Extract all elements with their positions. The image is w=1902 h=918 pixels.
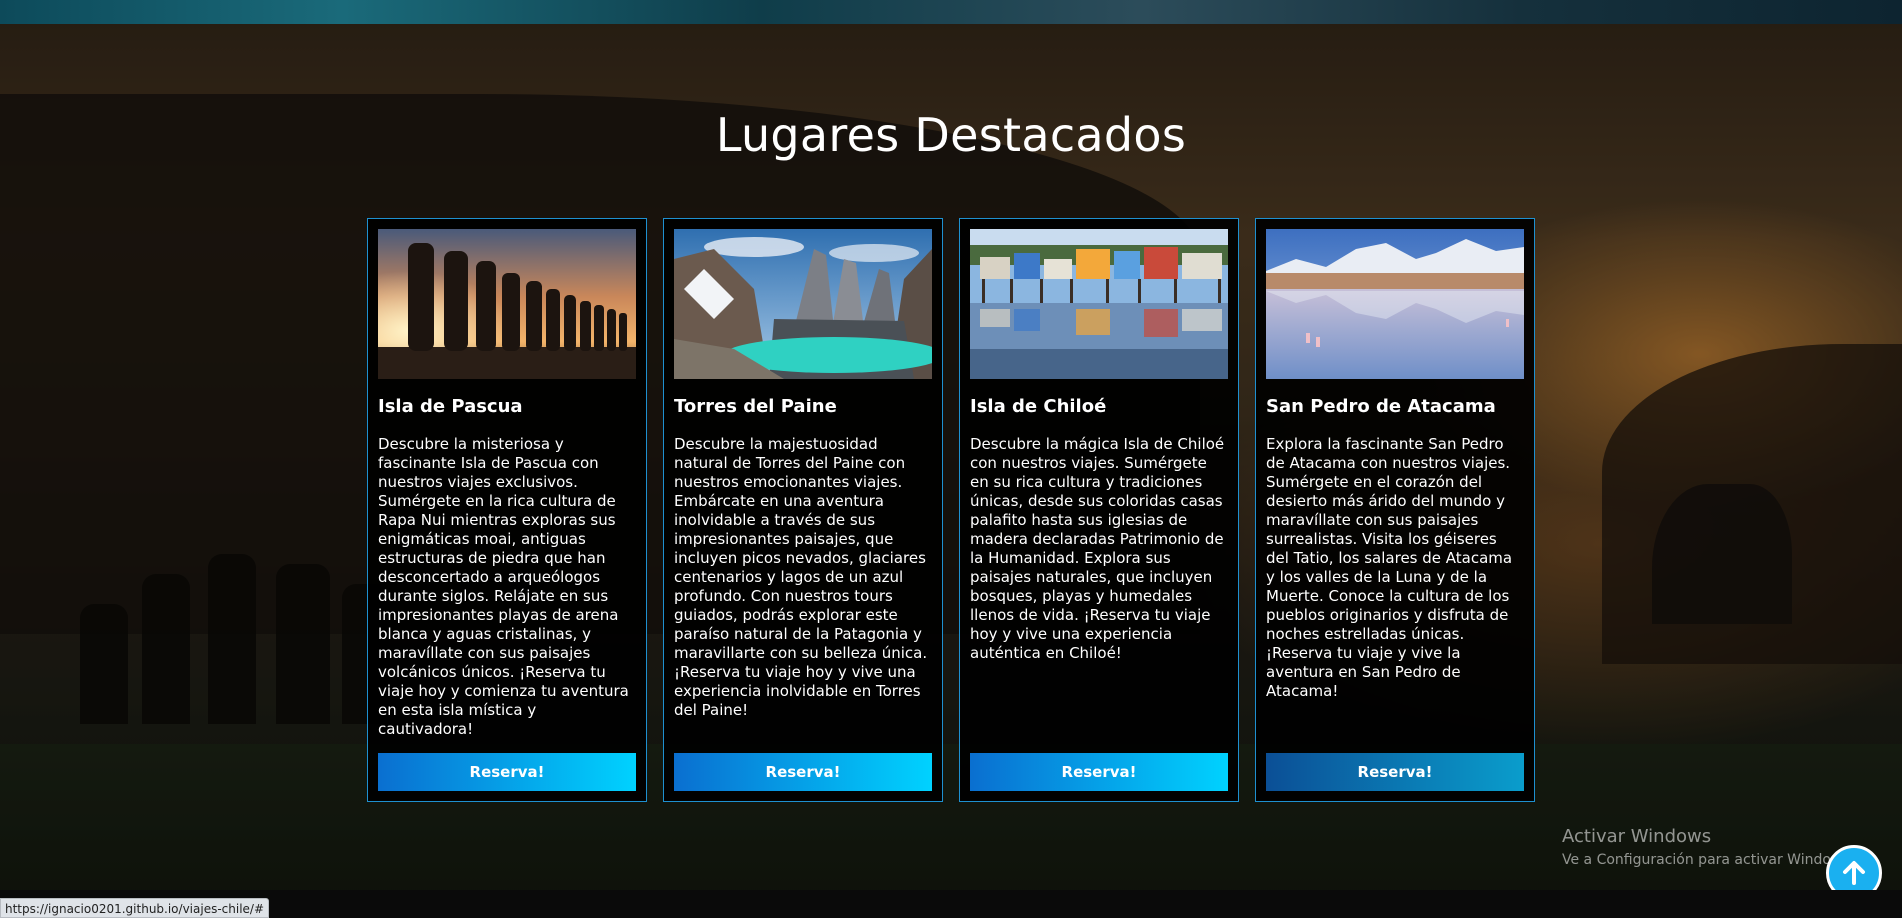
destination-card: Torres del Paine Descubre la majestuosid…	[663, 218, 943, 802]
destination-card: San Pedro de Atacama Explora la fascinan…	[1255, 218, 1535, 802]
watermark-subtitle: Ve a Configuración para activar Windows	[1562, 852, 1850, 868]
reserve-button[interactable]: Reserva!	[1266, 753, 1524, 791]
card-image-isla-de-chiloe	[970, 229, 1228, 379]
reserve-button[interactable]: Reserva!	[378, 753, 636, 791]
reserve-button[interactable]: Reserva!	[970, 753, 1228, 791]
card-image-torres-del-paine	[674, 229, 932, 379]
destination-card: Isla de Pascua Descubre la misteriosa y …	[367, 218, 647, 802]
page-bottom-bar	[0, 890, 1902, 918]
reserve-button[interactable]: Reserva!	[674, 753, 932, 791]
status-bar-url: https://ignacio0201.github.io/viajes-chi…	[0, 898, 270, 918]
card-title: Isla de Chiloé	[970, 396, 1107, 417]
card-image-san-pedro-de-atacama	[1266, 229, 1524, 379]
page: Lugares Destacados Isla de Pascua Descub…	[0, 0, 1902, 918]
card-title: Torres del Paine	[674, 396, 837, 417]
section-title: Lugares Destacados	[715, 108, 1187, 162]
card-description: Descubre la misteriosa y fascinante Isla…	[378, 435, 629, 738]
card-description: Explora la fascinante San Pedro de Ataca…	[1266, 435, 1513, 700]
destination-cards: Isla de Pascua Descubre la misteriosa y …	[367, 218, 1535, 802]
background-rock	[1652, 484, 1792, 624]
windows-activation-watermark: Activar Windows Ve a Configuración para …	[1562, 826, 1850, 870]
watermark-title: Activar Windows	[1562, 826, 1712, 847]
arrow-up-icon	[1843, 861, 1865, 885]
destination-card: Isla de Chiloé Descubre la mágica Isla d…	[959, 218, 1239, 802]
card-title: San Pedro de Atacama	[1266, 396, 1496, 417]
background-moai	[80, 504, 400, 724]
card-title: Isla de Pascua	[378, 396, 523, 417]
card-description: Descubre la mágica Isla de Chiloé con nu…	[970, 435, 1225, 662]
background-cliff	[1602, 344, 1902, 664]
hero-bottom-strip	[0, 0, 1902, 24]
card-image-isla-de-pascua	[378, 229, 636, 379]
card-description: Descubre la majestuosidad natural de Tor…	[674, 435, 928, 719]
